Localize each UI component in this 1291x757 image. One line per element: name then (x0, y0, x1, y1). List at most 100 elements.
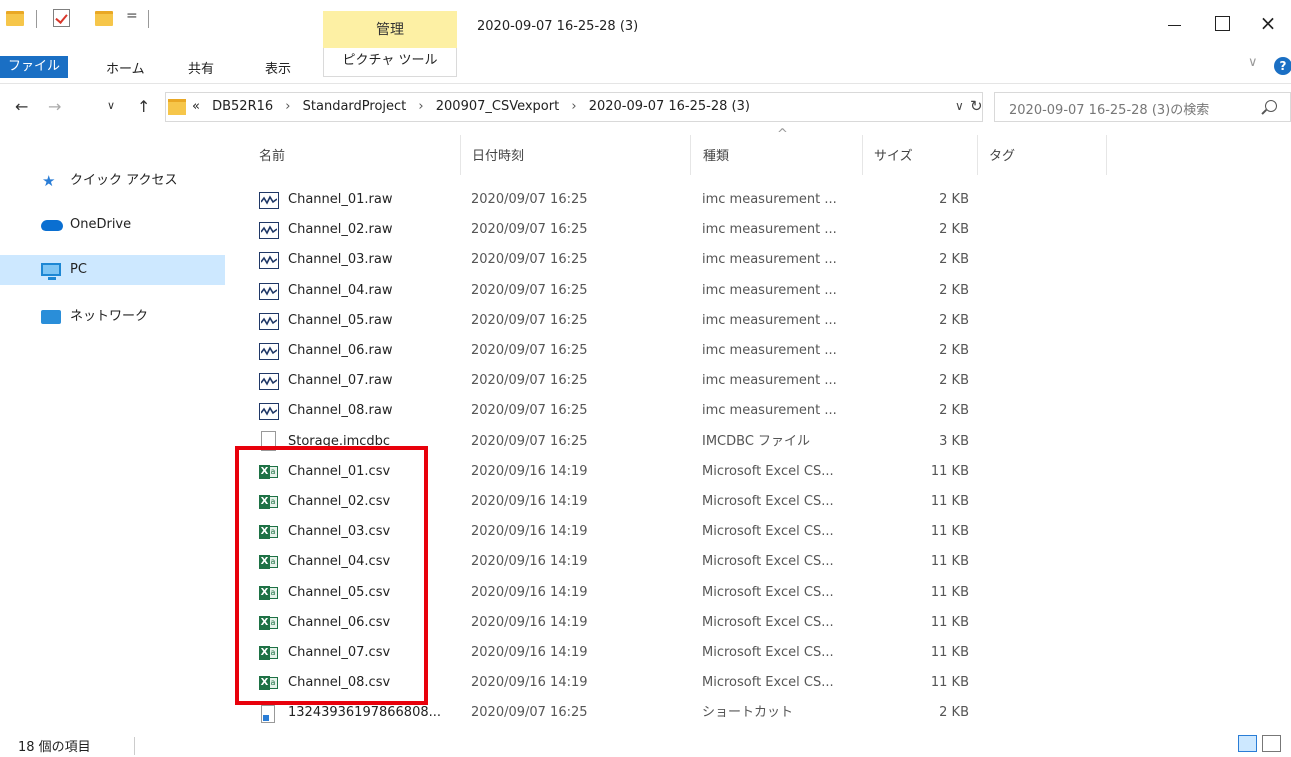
sidebar-item-label: OneDrive (70, 217, 132, 232)
file-date: 2020/09/07 16:25 (471, 705, 588, 721)
recent-locations-button[interactable]: ∨ (107, 99, 115, 112)
breadcrumb-separator[interactable]: › (418, 99, 423, 114)
measurement-file-icon (259, 252, 279, 270)
tab-view[interactable]: 表示 (265, 58, 291, 77)
measurement-file-icon (259, 343, 279, 360)
address-bar[interactable]: « DB52R16 › StandardProject › 200907_CSV… (165, 92, 983, 122)
highlight-box (235, 446, 428, 705)
breadcrumb-item[interactable]: DB52R16 (212, 99, 273, 114)
breadcrumb: « DB52R16 › StandardProject › 200907_CSV… (192, 99, 750, 114)
file-size: 11 KB (930, 524, 969, 540)
breadcrumb-item[interactable]: 200907_CSVexport (436, 99, 559, 114)
close-button[interactable]: × (1245, 8, 1291, 38)
shortcut-icon (261, 705, 275, 724)
maximize-button[interactable] (1198, 8, 1244, 38)
file-size: 2 KB (939, 222, 969, 238)
tab-file[interactable]: ファイル (0, 56, 68, 78)
back-button[interactable]: ← (15, 97, 28, 116)
file-row[interactable]: Channel_05.raw 2020/09/07 16:25 imc measur… (245, 306, 1115, 336)
file-date: 2020/09/16 14:19 (471, 675, 588, 691)
column-divider[interactable] (862, 135, 863, 175)
measurement-file-icon (259, 312, 279, 330)
ribbon: ファイル ホーム 共有 表示 ピクチャ ツール ∨ ? (0, 48, 1291, 84)
column-divider[interactable] (690, 135, 691, 175)
sort-indicator: ^ (777, 127, 788, 142)
star-icon: ★ (42, 172, 56, 190)
file-row[interactable]: Channel_04.raw 2020/09/07 16:25 imc measur… (245, 276, 1115, 306)
file-row[interactable]: Channel_03.raw 2020/09/07 16:25 imc measur… (245, 245, 1115, 275)
column-header-date[interactable]: 日付時刻 (472, 145, 524, 164)
cloud-icon (41, 220, 63, 231)
breadcrumb-item[interactable]: 2020-09-07 16-25-28 (3) (589, 99, 750, 114)
sidebar-item-network[interactable]: ネットワーク (0, 302, 225, 332)
file-type: Microsoft Excel CS... (702, 494, 834, 509)
tab-picture-tools[interactable]: ピクチャ ツール (323, 48, 457, 77)
file-date: 2020/09/07 16:25 (471, 312, 588, 328)
file-size: 2 KB (939, 403, 969, 419)
separator (36, 10, 37, 28)
up-button[interactable]: ↑ (137, 97, 150, 116)
file-date: 2020/09/07 16:25 (471, 343, 588, 358)
search-placeholder: 2020-09-07 16-25-28 (3)の検索 (1009, 103, 1210, 118)
address-dropdown-button[interactable]: ∨ (955, 99, 964, 113)
search-input[interactable]: 2020-09-07 16-25-28 (3)の検索 (994, 92, 1291, 122)
file-row[interactable]: Channel_01.raw 2020/09/07 16:25 imc measur… (245, 185, 1115, 215)
file-date: 2020/09/16 14:19 (471, 645, 588, 660)
column-divider[interactable] (1106, 135, 1107, 175)
file-date: 2020/09/16 14:19 (471, 614, 588, 630)
measurement-file-icon (259, 192, 279, 209)
file-size: 2 KB (939, 282, 969, 298)
customize-toolbar-button[interactable]: = (126, 8, 138, 24)
navigation-bar: ← → ∨ ↑ « DB52R16 › StandardProject › 20… (0, 92, 1291, 124)
properties-icon[interactable] (53, 9, 70, 27)
folder-icon (168, 99, 186, 115)
file-row[interactable]: Channel_02.raw 2020/09/07 16:25 imc measur… (245, 215, 1115, 245)
file-date: 2020/09/07 16:25 (471, 222, 588, 238)
sidebar-item-quick-access[interactable]: ★ クイック アクセス (0, 166, 225, 196)
file-size: 2 KB (939, 373, 969, 389)
minimize-button[interactable] (1152, 8, 1198, 38)
breadcrumb-separator[interactable]: › (285, 99, 290, 114)
file-name: Channel_03.raw (288, 252, 393, 268)
file-type: imc measurement ... (702, 373, 837, 389)
details-view-icon[interactable] (1238, 735, 1257, 752)
file-name: Channel_08.raw (288, 403, 393, 419)
column-header-size[interactable]: サイズ (874, 145, 913, 164)
tab-share[interactable]: 共有 (188, 58, 214, 77)
new-folder-icon[interactable] (95, 11, 113, 26)
separator (134, 737, 135, 755)
file-row[interactable]: Channel_06.raw 2020/09/07 16:25 imc measur… (245, 336, 1115, 366)
tab-home[interactable]: ホーム (106, 58, 145, 77)
breadcrumb-separator[interactable]: › (571, 99, 576, 114)
large-icons-view-icon[interactable] (1262, 735, 1281, 752)
sidebar-item-pc[interactable]: PC (0, 255, 225, 285)
column-divider[interactable] (977, 135, 978, 175)
file-date: 2020/09/07 16:25 (471, 252, 588, 268)
sidebar-item-label: PC (70, 262, 87, 277)
breadcrumb-overflow[interactable]: « (192, 99, 200, 114)
file-size: 2 KB (939, 192, 969, 207)
file-date: 2020/09/16 14:19 (471, 524, 588, 540)
tab-manage[interactable]: 管理 (323, 11, 457, 48)
refresh-button[interactable]: ↻ (970, 97, 983, 115)
breadcrumb-item[interactable]: StandardProject (303, 99, 407, 114)
file-date: 2020/09/16 14:19 (471, 554, 588, 570)
search-icon[interactable] (1265, 100, 1277, 112)
column-header-type[interactable]: 種類 (703, 145, 729, 164)
file-row[interactable]: Channel_08.raw 2020/09/07 16:25 imc measur… (245, 396, 1115, 426)
help-icon[interactable]: ? (1274, 57, 1291, 75)
measurement-file-icon (259, 222, 279, 240)
sidebar-item-onedrive[interactable]: OneDrive (0, 210, 225, 240)
column-header-name[interactable]: 名前 (259, 145, 285, 164)
file-name: Channel_06.raw (288, 343, 393, 358)
file-name: Channel_02.raw (288, 222, 393, 238)
item-count: 18 個の項目 (18, 740, 91, 755)
expand-ribbon-button[interactable]: ∨ (1248, 55, 1258, 70)
file-size: 11 KB (930, 614, 969, 630)
file-row[interactable]: Channel_07.raw 2020/09/07 16:25 imc measur… (245, 366, 1115, 396)
separator (148, 10, 149, 28)
column-divider[interactable] (460, 135, 461, 175)
column-header-tag[interactable]: タグ (989, 145, 1015, 164)
folder-icon[interactable] (6, 11, 24, 26)
forward-button[interactable]: → (48, 97, 61, 116)
